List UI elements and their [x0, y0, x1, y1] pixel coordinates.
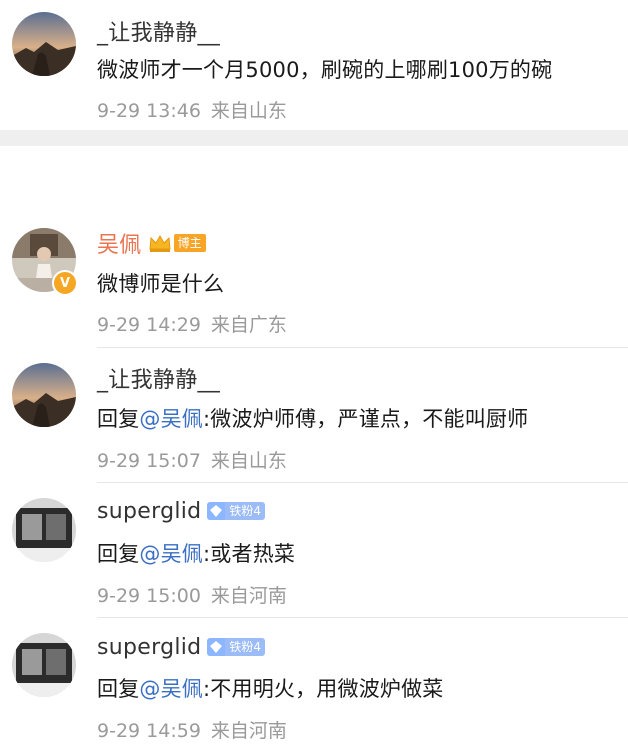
- reply-prefix: 回复: [97, 407, 140, 431]
- mention-link[interactable]: @吴佩: [139, 677, 203, 701]
- username[interactable]: superglid: [97, 635, 201, 660]
- reply-divider: [97, 617, 628, 618]
- mention-link[interactable]: @吴佩: [139, 407, 203, 431]
- comment-text: 回复@吴佩:或者热菜: [97, 538, 295, 568]
- diamond-icon: [207, 638, 226, 656]
- avatar[interactable]: [12, 12, 76, 76]
- diamond-icon: [207, 502, 226, 520]
- timestamp: 9-29 15:07: [97, 450, 201, 472]
- avatar[interactable]: [12, 633, 76, 697]
- reply-body: :或者热菜: [203, 542, 296, 566]
- reply-divider: [97, 347, 628, 348]
- comment-text: 微波师才一个月5000，刷碗的上哪刷100万的碗: [97, 58, 553, 82]
- mention-link[interactable]: @吴佩: [139, 542, 203, 566]
- username[interactable]: superglid: [97, 499, 201, 524]
- location: 来自河南: [210, 585, 287, 607]
- avatar[interactable]: [12, 363, 76, 427]
- fan-level: 铁粉4: [225, 638, 266, 656]
- blogger-tag: 博主: [173, 234, 206, 252]
- comment-text: 回复@吴佩:不用明火，用微波炉做菜: [97, 673, 444, 703]
- timestamp: 9-29 15:00: [97, 585, 201, 607]
- location: 来自广东: [210, 314, 287, 336]
- location: 来自山东: [210, 100, 287, 122]
- timestamp: 9-29 14:59: [97, 720, 201, 742]
- section-divider: [0, 130, 628, 146]
- comment-meta: 9-29 14:59 来自河南: [97, 716, 287, 743]
- reply-body: :不用明火，用微波炉做菜: [203, 677, 444, 701]
- fan-level: 铁粉4: [225, 502, 266, 520]
- comment-text: 微博师是什么: [97, 272, 225, 296]
- fan-badge: 铁粉4: [207, 502, 266, 520]
- comment-text: 回复@吴佩:微波炉师傅，严谨点，不能叫厨师: [97, 403, 528, 433]
- username[interactable]: _让我静静__: [97, 15, 220, 47]
- username[interactable]: _让我静静__: [97, 362, 220, 394]
- comment-meta: 9-29 13:46 来自山东: [97, 96, 287, 123]
- reply-body: :微波炉师傅，严谨点，不能叫厨师: [203, 407, 529, 431]
- reply-divider: [97, 482, 628, 483]
- comment-meta: 9-29 14:29 来自广东: [97, 310, 287, 337]
- reply-prefix: 回复: [97, 677, 140, 701]
- location: 来自山东: [210, 450, 287, 472]
- blogger-badge: 博主: [148, 233, 206, 253]
- location: 来自河南: [210, 720, 287, 742]
- timestamp: 9-29 13:46: [97, 100, 201, 122]
- comment-meta: 9-29 15:00 来自河南: [97, 581, 287, 608]
- reply-prefix: 回复: [97, 542, 140, 566]
- timestamp: 9-29 14:29: [97, 314, 201, 336]
- verified-v-icon: V: [52, 270, 78, 296]
- crown-icon: [149, 234, 171, 252]
- avatar[interactable]: [12, 498, 76, 562]
- comment-meta: 9-29 15:07 来自山东: [97, 446, 287, 473]
- fan-badge: 铁粉4: [207, 638, 266, 656]
- username[interactable]: 吴佩: [97, 227, 142, 259]
